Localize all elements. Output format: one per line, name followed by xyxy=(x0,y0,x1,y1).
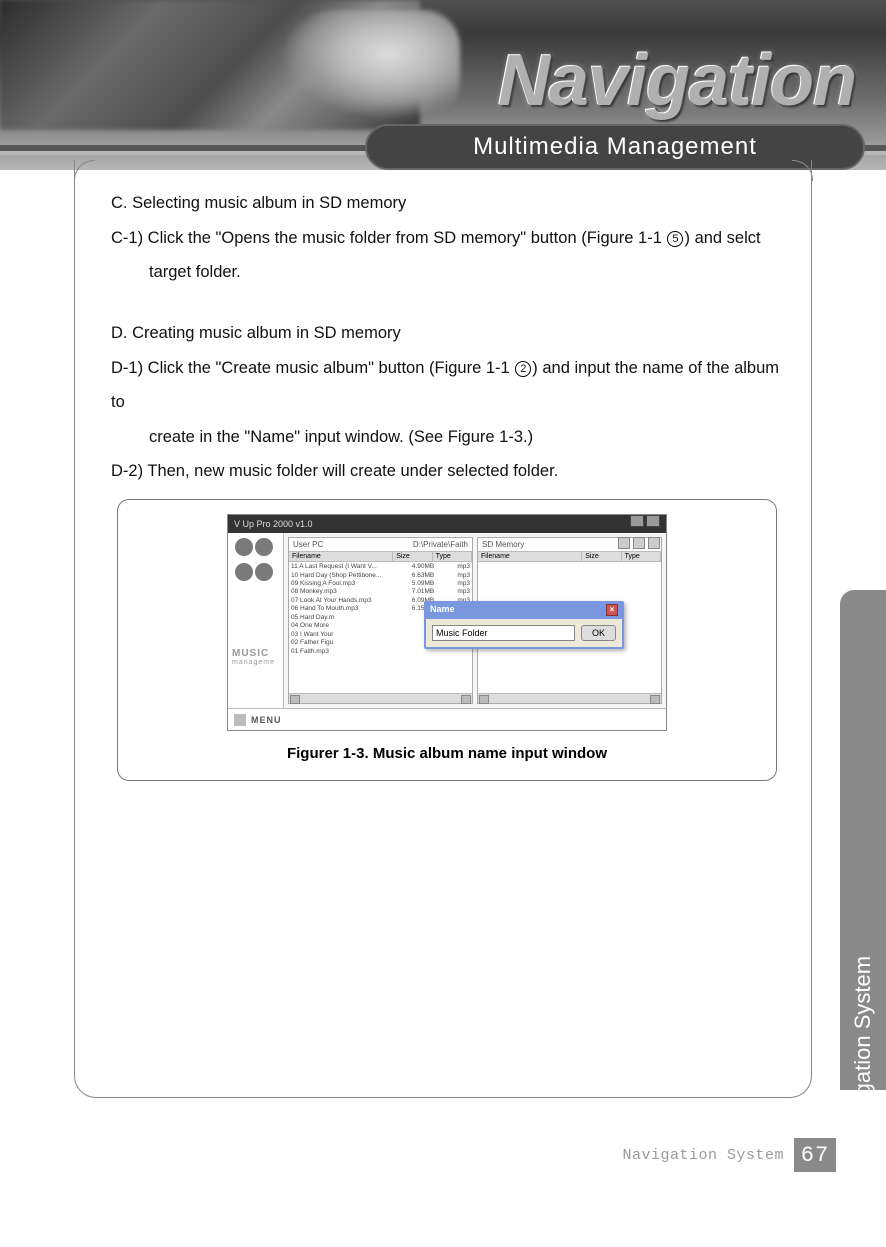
sidebar-logo xyxy=(234,537,278,587)
left-scrollbar xyxy=(289,693,472,703)
file-row: 10 Hard Day (Shop Pettibone...6.63MBmp3 xyxy=(291,572,470,580)
left-panel-title: User PC xyxy=(293,540,323,549)
page-number: 67 xyxy=(794,1138,836,1172)
tool-icon xyxy=(648,537,660,549)
section-c-heading: C. Selecting music album in SD memory xyxy=(111,186,783,221)
brand-word: Navigation xyxy=(498,40,856,122)
app-body: MUSIC manageme User PC D:\Private\Faith xyxy=(228,533,666,708)
step-d2: D-2) Then, new music folder will create … xyxy=(111,454,783,489)
col-type: Type xyxy=(433,552,472,561)
file-row: 11 A Last Request (I Want V...4.90MBmp3 xyxy=(291,563,470,571)
tool-icon xyxy=(633,537,645,549)
footer-label: Navigation System xyxy=(622,1147,784,1164)
screenshot: V Up Pro 2000 v1.0 MUSIC manageme xyxy=(227,514,667,731)
sidebar-logo-line2: manageme xyxy=(232,659,275,666)
step-c1-cont: target folder. xyxy=(111,255,783,290)
step-c1-part1: C-1) Click the "Opens the music folder f… xyxy=(111,229,666,247)
section-d-heading: D. Creating music album in SD memory xyxy=(111,316,783,351)
side-tab-text: Upgrading Navigation System xyxy=(850,847,876,1247)
left-panel-columns: Filename Size Type xyxy=(289,552,472,562)
step-c1: C-1) Click the "Opens the music folder f… xyxy=(111,221,783,256)
app-titlebar: V Up Pro 2000 v1.0 xyxy=(228,515,666,533)
file-row: 09 Kissing A Fool.mp35.09MBmp3 xyxy=(291,580,470,588)
close-icon xyxy=(646,515,660,527)
step-c1-part2: ) and selct xyxy=(684,229,760,247)
minimize-icon xyxy=(630,515,644,527)
dialog-titlebar: Name × xyxy=(426,603,622,619)
app-menubar: MENU xyxy=(228,708,666,730)
footer: Navigation System 67 xyxy=(622,1138,836,1172)
step-d1-part1: D-1) Click the "Create music album" butt… xyxy=(111,359,514,377)
header-photo xyxy=(0,0,420,130)
ok-button[interactable]: OK xyxy=(581,625,616,641)
col-filename: Filename xyxy=(289,552,393,561)
name-input[interactable] xyxy=(432,625,575,641)
dialog-close-icon[interactable]: × xyxy=(606,604,618,616)
side-tab: Upgrading Navigation System xyxy=(840,590,886,1090)
right-panel-title: SD Memory xyxy=(482,540,524,549)
col-type: Type xyxy=(622,552,661,561)
app-panels: User PC D:\Private\Faith Filename Size T… xyxy=(284,533,666,708)
left-panel-path: D:\Private\Faith xyxy=(413,540,468,549)
app-title: V Up Pro 2000 v1.0 xyxy=(234,515,313,533)
step-d1-cont: create in the "Name" input window. (See … xyxy=(111,420,783,455)
right-scrollbar xyxy=(478,693,661,703)
section-title: Multimedia Management xyxy=(473,133,757,161)
file-row: 08 Monkey.mp37.01MBmp3 xyxy=(291,588,470,596)
circled-2-icon: 2 xyxy=(515,361,531,377)
header-banner: Navigation Multimedia Management xyxy=(0,0,886,170)
app-sidebar: MUSIC manageme xyxy=(228,533,284,708)
content-area: C. Selecting music album in SD memory C-… xyxy=(74,160,812,1098)
figure-caption: Figurer 1-3. Music album name input wind… xyxy=(132,745,762,762)
col-size: Size xyxy=(582,552,621,561)
sidebar-logo-text: MUSIC manageme xyxy=(232,648,275,666)
name-dialog: Name × OK xyxy=(424,601,624,649)
circled-5-icon: 5 xyxy=(667,231,683,247)
window-buttons xyxy=(628,515,660,533)
toolbar-icons xyxy=(618,537,660,549)
body-text: C. Selecting music album in SD memory C-… xyxy=(111,186,783,489)
step-d1: D-1) Click the "Create music album" butt… xyxy=(111,351,783,420)
dialog-title: Name xyxy=(430,604,455,618)
menu-label: MENU xyxy=(251,715,282,725)
figure-box: V Up Pro 2000 v1.0 MUSIC manageme xyxy=(117,499,777,781)
tool-icon xyxy=(618,537,630,549)
col-size: Size xyxy=(393,552,432,561)
sidebar-logo-line1: MUSIC xyxy=(232,648,275,659)
right-panel-columns: Filename Size Type xyxy=(478,552,661,562)
menu-icon xyxy=(234,714,246,726)
col-filename: Filename xyxy=(478,552,582,561)
